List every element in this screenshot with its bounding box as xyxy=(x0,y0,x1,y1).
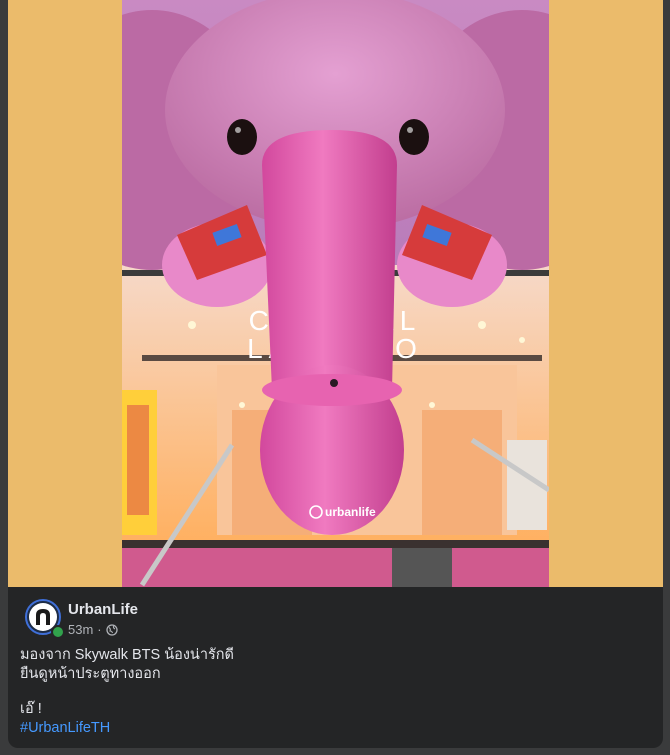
meta-separator: · xyxy=(97,622,102,637)
page-name-link[interactable]: UrbanLife xyxy=(68,601,138,618)
hashtag-link[interactable]: #UrbanLifeTH xyxy=(20,719,234,738)
post-body: UrbanLife 53m · มองจาก Skywalk BTS น้องน… xyxy=(8,587,663,748)
post-timestamp[interactable]: 53m xyxy=(68,622,93,637)
post-card: CENTRAL LADPRAO xyxy=(8,0,663,748)
post-media[interactable]: CENTRAL LADPRAO xyxy=(8,0,663,587)
watermark-label: urbanlife xyxy=(325,505,376,519)
caption-line: ยืนดูหน้าประตูทางออก xyxy=(20,666,161,682)
post-meta: 53m · xyxy=(68,622,118,637)
online-status-dot xyxy=(51,625,65,639)
globe-icon[interactable] xyxy=(105,623,118,636)
elephant-balloon-image: CENTRAL LADPRAO xyxy=(122,0,549,587)
post-caption: มองจาก Skywalk BTS น้องน่ารักดี ยืนดูหน้… xyxy=(20,646,234,738)
caption-line: เอ๊ ! xyxy=(20,701,42,717)
caption-line: มองจาก Skywalk BTS น้องน่ารักดี xyxy=(20,647,234,663)
post-photo[interactable]: CENTRAL LADPRAO xyxy=(122,0,549,587)
